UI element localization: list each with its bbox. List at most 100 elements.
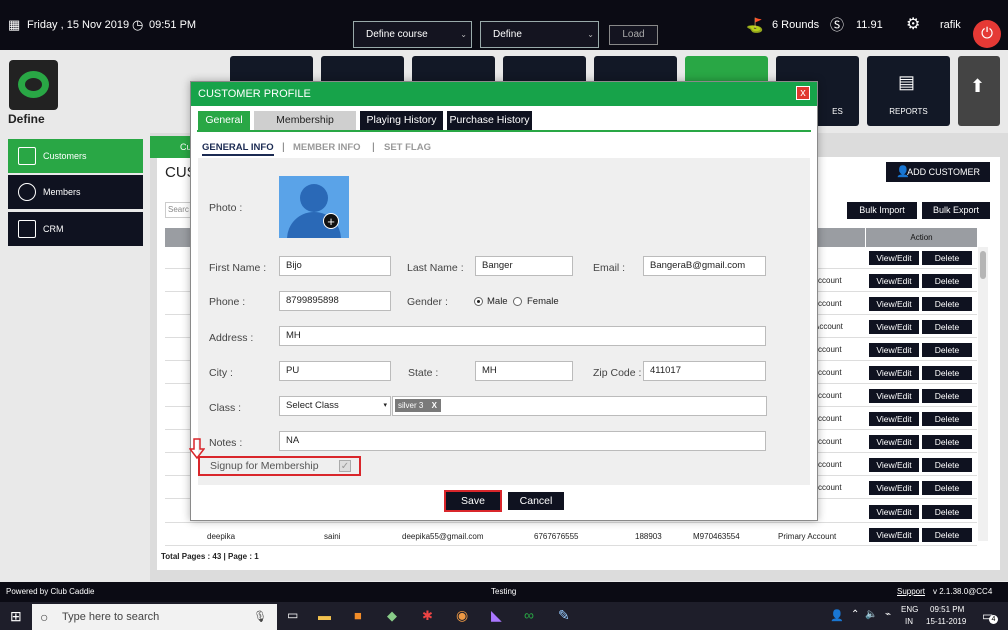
delete-button[interactable]: Delete: [922, 343, 972, 357]
course-select[interactable]: Define course ⌄: [353, 21, 472, 48]
save-button[interactable]: Save: [444, 490, 502, 512]
email-field[interactable]: BangeraB@gmail.com: [643, 256, 766, 276]
delete-button[interactable]: Delete: [922, 366, 972, 380]
view-edit-button[interactable]: View/Edit: [869, 389, 919, 403]
clock-time[interactable]: 09:51 PM: [930, 605, 964, 614]
delete-button[interactable]: Delete: [922, 274, 972, 288]
gender-female-radio[interactable]: [513, 297, 522, 306]
time-text: 09:51 PM: [149, 19, 197, 31]
view-edit-button[interactable]: View/Edit: [869, 458, 919, 472]
paint-icon[interactable]: ✎: [558, 607, 570, 624]
gear-icon[interactable]: ⚙: [906, 0, 920, 50]
people-icon[interactable]: 👤: [830, 609, 844, 622]
chevron-up-icon[interactable]: ⌃: [851, 609, 859, 620]
delete-button[interactable]: Delete: [922, 458, 972, 472]
define-select[interactable]: Define ⌄: [480, 21, 599, 48]
last-name-field[interactable]: Banger: [475, 256, 573, 276]
class-select[interactable]: Select Class ▾: [279, 396, 391, 416]
subtab-member-info[interactable]: MEMBER INFO: [293, 142, 361, 153]
view-edit-button[interactable]: View/Edit: [869, 251, 919, 265]
state-field[interactable]: MH: [475, 361, 573, 381]
volume-icon[interactable]: 🔈: [865, 609, 877, 620]
view-edit-button[interactable]: View/Edit: [869, 297, 919, 311]
scroll-up-button[interactable]: ⬆: [958, 56, 1000, 126]
gender-male-radio[interactable]: [474, 297, 483, 306]
app-icon[interactable]: ◆: [387, 608, 397, 624]
row-first-name: deepika: [207, 532, 236, 541]
taskbar-search[interactable]: ○ Type here to search 🎙: [32, 604, 277, 630]
sublime-icon[interactable]: ■: [354, 608, 362, 623]
chip-remove-icon[interactable]: X: [432, 399, 437, 412]
nav-tile-reports[interactable]: ▤ REPORTS: [867, 56, 950, 126]
delete-button[interactable]: Delete: [922, 389, 972, 403]
club-caddie-icon[interactable]: ∞: [524, 607, 534, 623]
task-view-icon[interactable]: ▭: [287, 608, 298, 622]
delete-button[interactable]: Delete: [922, 412, 972, 426]
sidebar-item-customers[interactable]: Customers: [8, 139, 143, 173]
table-scrollbar[interactable]: [978, 247, 988, 541]
signup-membership-row[interactable]: Signup for Membership ✓: [198, 456, 361, 476]
phone-field[interactable]: 8799895898: [279, 291, 391, 311]
power-icon[interactable]: ⏻: [973, 20, 1001, 48]
delete-button[interactable]: Delete: [922, 251, 972, 265]
city-field[interactable]: PU: [279, 361, 391, 381]
zip-field[interactable]: 411017: [643, 361, 766, 381]
notification-count: 4: [989, 615, 998, 624]
dollar-icon: Ⓢ: [830, 17, 844, 33]
view-edit-button[interactable]: View/Edit: [869, 274, 919, 288]
network-icon[interactable]: ⌁: [885, 609, 891, 620]
account-type-text: ccount: [818, 345, 842, 354]
members-icon: [18, 183, 36, 201]
delete-button[interactable]: Delete: [922, 435, 972, 449]
delete-button[interactable]: Delete: [922, 297, 972, 311]
slack-icon[interactable]: ✱: [422, 608, 433, 624]
microphone-icon[interactable]: 🎙: [253, 604, 267, 630]
tab-membership[interactable]: Membership: [254, 111, 356, 130]
add-customer-button[interactable]: 👤 ADD CUSTOMER: [886, 162, 990, 182]
page-tab[interactable]: Cu: [150, 136, 192, 158]
table-row: [165, 522, 977, 523]
view-edit-button[interactable]: View/Edit: [869, 320, 919, 334]
view-edit-button[interactable]: View/Edit: [869, 343, 919, 357]
subtab-set-flag[interactable]: SET FLAG: [384, 142, 431, 153]
view-edit-button[interactable]: View/Edit: [869, 366, 919, 380]
subtab-general-info[interactable]: GENERAL INFO: [202, 142, 274, 156]
class-chip: silver 3X: [395, 399, 441, 412]
account-type-text: ccount: [818, 460, 842, 469]
sidebar-item-crm[interactable]: CRM: [8, 212, 143, 246]
file-explorer-icon[interactable]: ▬: [318, 608, 331, 623]
address-field[interactable]: MH: [279, 326, 766, 346]
view-edit-button[interactable]: View/Edit: [869, 528, 919, 542]
sidebar-item-members[interactable]: Members: [8, 175, 143, 209]
support-link[interactable]: Support: [897, 582, 925, 602]
profile-photo[interactable]: +: [279, 176, 349, 238]
windows-start-icon[interactable]: ⊞: [10, 608, 22, 625]
cancel-button[interactable]: Cancel: [508, 492, 564, 510]
close-icon[interactable]: x: [796, 86, 810, 100]
view-edit-button[interactable]: View/Edit: [869, 481, 919, 495]
tab-purchase-history[interactable]: Purchase History: [447, 111, 532, 130]
load-button[interactable]: Load: [609, 25, 658, 45]
view-edit-button[interactable]: View/Edit: [869, 412, 919, 426]
notes-field[interactable]: NA: [279, 431, 766, 451]
delete-button[interactable]: Delete: [922, 481, 972, 495]
view-edit-button[interactable]: View/Edit: [869, 505, 919, 519]
delete-button[interactable]: Delete: [922, 528, 972, 542]
first-name-field[interactable]: Bijo: [279, 256, 391, 276]
tab-general[interactable]: General: [198, 111, 250, 130]
class-tags-field[interactable]: [392, 396, 767, 416]
visual-studio-icon[interactable]: ◣: [491, 607, 502, 624]
delete-button[interactable]: Delete: [922, 505, 972, 519]
signup-membership-checkbox[interactable]: ✓: [339, 460, 351, 472]
bulk-export-button[interactable]: Bulk Export: [922, 202, 990, 219]
bulk-import-button[interactable]: Bulk Import: [847, 202, 917, 219]
tab-playing-history[interactable]: Playing History: [360, 111, 443, 130]
delete-button[interactable]: Delete: [922, 320, 972, 334]
chrome-icon[interactable]: ◉: [456, 607, 468, 624]
add-photo-icon[interactable]: +: [323, 213, 339, 229]
language-text[interactable]: ENG: [901, 605, 918, 614]
gender-label: Gender :: [407, 296, 448, 308]
view-edit-button[interactable]: View/Edit: [869, 435, 919, 449]
account-type-text: Account: [814, 322, 843, 331]
search-input[interactable]: Searc: [165, 202, 193, 218]
